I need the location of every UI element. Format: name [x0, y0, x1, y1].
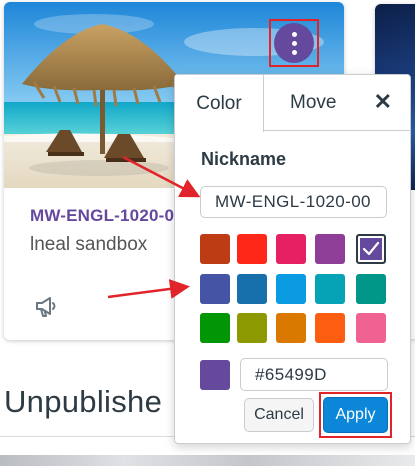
- next-card-image-strip: [0, 455, 415, 466]
- course-options-button[interactable]: [269, 19, 319, 67]
- color-swatch[interactable]: [200, 274, 230, 304]
- megaphone-icon[interactable]: [34, 294, 60, 318]
- color-swatch[interactable]: [315, 313, 345, 343]
- color-swatch[interactable]: [356, 274, 386, 304]
- color-swatch-selected[interactable]: [356, 234, 386, 264]
- hex-color-input[interactable]: [240, 358, 388, 391]
- course-subtitle: lneal sandbox: [30, 234, 148, 255]
- color-swatch[interactable]: [315, 274, 345, 304]
- selected-color-preview: [200, 360, 230, 390]
- apply-button[interactable]: Apply: [323, 397, 388, 433]
- color-swatch[interactable]: [237, 313, 267, 343]
- color-swatch[interactable]: [200, 313, 230, 343]
- color-swatch[interactable]: [276, 274, 306, 304]
- kebab-menu-icon[interactable]: [274, 23, 314, 63]
- color-swatch[interactable]: [200, 234, 230, 264]
- color-swatch[interactable]: [276, 313, 306, 343]
- checkmark-icon: [362, 241, 380, 256]
- nickname-label: Nickname: [201, 149, 287, 169]
- color-swatch[interactable]: [315, 234, 345, 264]
- card-options-popover: Color Move ✕ Nickname Cancel Ap: [174, 74, 411, 444]
- dashboard-stage: MW-ENGL-1020-0 lneal sandbox Unpublishe …: [0, 0, 415, 466]
- close-icon[interactable]: ✕: [374, 91, 392, 113]
- color-swatch[interactable]: [276, 234, 306, 264]
- popover-tabs: Color Move ✕: [175, 75, 410, 132]
- color-swatch[interactable]: [356, 313, 386, 343]
- course-code-link[interactable]: MW-ENGL-1020-0: [30, 206, 174, 226]
- color-swatch[interactable]: [237, 274, 267, 304]
- cancel-button[interactable]: Cancel: [244, 398, 314, 432]
- color-swatch[interactable]: [237, 234, 267, 264]
- nickname-input[interactable]: [200, 186, 387, 218]
- tab-color[interactable]: Color: [175, 75, 264, 132]
- unpublished-section-title: Unpublishe: [4, 384, 163, 419]
